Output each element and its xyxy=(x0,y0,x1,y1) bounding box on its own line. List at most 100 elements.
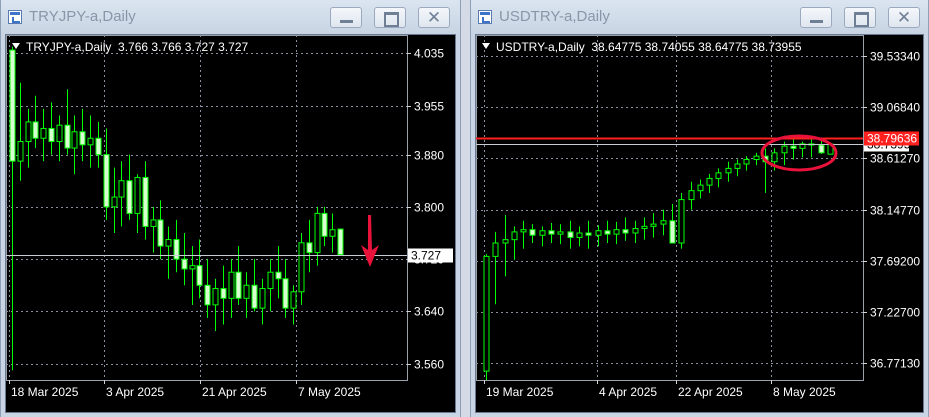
date-axis-label: 3 Apr 2025 xyxy=(106,385,164,399)
candlestick-chart-svg[interactable]: 4.0353.9553.8803.8003.7203.6403.56018 Ma… xyxy=(6,35,457,414)
candle-body xyxy=(781,145,788,154)
candle-body xyxy=(95,137,102,156)
candle-body xyxy=(189,265,196,270)
date-axis-label: 4 Apr 2025 xyxy=(599,385,657,399)
candle-body xyxy=(557,231,564,235)
price-axis-label: 37.69200 xyxy=(870,255,920,269)
candle-body xyxy=(314,212,321,254)
minimize-button[interactable] xyxy=(330,7,362,28)
maximize-icon xyxy=(854,12,869,27)
candle-body xyxy=(282,278,289,309)
candle-body xyxy=(298,242,305,293)
candle-body xyxy=(502,239,509,244)
price-axis-label: 4.035 xyxy=(414,47,444,61)
minimize-button[interactable] xyxy=(800,7,832,28)
date-axis-label: 7 May 2025 xyxy=(298,385,361,399)
window-titlebar[interactable]: USDTRY-a,Daily ✕ xyxy=(471,0,928,34)
chart-symbol-label: USDTRY-a,Daily xyxy=(496,40,585,54)
price-axis-label: 38.14770 xyxy=(870,204,920,218)
candle-body xyxy=(212,288,219,306)
current-price-label: 3.727 xyxy=(411,249,441,263)
close-icon: ✕ xyxy=(896,8,912,27)
candle-body xyxy=(660,220,667,225)
candle-body xyxy=(818,144,825,154)
plot-border xyxy=(476,35,864,381)
candle-body xyxy=(337,228,344,256)
line-price-label: 38.79636 xyxy=(867,132,917,146)
maximize-button[interactable] xyxy=(844,7,876,28)
candle-body xyxy=(725,167,732,174)
candle-body xyxy=(548,230,555,235)
candle-body xyxy=(87,137,94,146)
candle-body xyxy=(706,177,713,186)
price-chart[interactable]: 39.53340 39.06840 38.61270 38.14770 37.69200… xyxy=(475,34,924,413)
candle-body xyxy=(142,176,149,227)
date-axis-label: 19 Mar 2025 xyxy=(486,385,554,399)
candle-body xyxy=(290,291,297,309)
chart-ohlc-values: 38.64775 38.74055 38.64775 38.73955 xyxy=(591,40,802,54)
candle-body xyxy=(492,242,499,257)
candle-body xyxy=(715,172,722,179)
dropdown-triangle-icon[interactable] xyxy=(482,43,490,49)
candle-body xyxy=(56,124,63,143)
price-axis-label: 36.77130 xyxy=(870,357,920,371)
candle-body xyxy=(204,284,211,306)
minimize-icon xyxy=(340,20,353,23)
close-button[interactable]: ✕ xyxy=(418,7,450,28)
candle-body xyxy=(25,121,32,143)
price-axis-label: 39.53340 xyxy=(870,50,920,64)
price-axis-label: 3.560 xyxy=(414,358,444,372)
candle-body xyxy=(604,230,611,235)
candle-body xyxy=(669,220,676,244)
price-chart[interactable]: 4.0353.9553.8803.8003.7203.6403.56018 Ma… xyxy=(5,34,456,413)
candle-body xyxy=(650,223,657,227)
candle-body xyxy=(165,239,172,247)
candle-body xyxy=(220,288,227,299)
candle-body xyxy=(678,199,685,244)
candlestick-chart-svg[interactable]: 39.53340 39.06840 38.61270 38.14770 37.69200… xyxy=(476,35,925,414)
candle-body xyxy=(613,229,620,235)
candle-body xyxy=(235,271,242,299)
candle-body xyxy=(641,225,648,230)
chart-ohlc-values: 3.766 3.766 3.727 3.727 xyxy=(118,40,249,54)
candle-body xyxy=(228,271,235,299)
dropdown-triangle-icon[interactable] xyxy=(12,43,20,49)
price-axis-label: 39.06840 xyxy=(870,101,920,115)
chart-window-tryjpy[interactable]: TRYJPY-a,Daily ✕ 4.035 3.955 3.880 3.800 3.7… xyxy=(0,0,461,417)
window-title: USDTRY-a,Daily xyxy=(499,8,610,25)
close-button[interactable]: ✕ xyxy=(888,7,920,28)
candle-body xyxy=(743,159,750,165)
candle-body xyxy=(103,154,110,208)
price-axis-label: 38.61270 xyxy=(870,152,920,166)
price-axis-label: 37.22700 xyxy=(870,306,920,320)
chart-header: TRYJPY-a,Daily 3.766 3.766 3.727 3.727 xyxy=(12,40,248,54)
candle-body xyxy=(111,196,118,208)
window-title: TRYJPY-a,Daily xyxy=(29,8,136,25)
candle-body xyxy=(771,152,778,163)
date-axis-label: 21 Apr 2025 xyxy=(202,385,267,399)
candle-body xyxy=(40,127,47,139)
candle-body xyxy=(243,284,250,299)
chart-header: USDTRY-a,Daily 38.64775 38.74055 38.6477… xyxy=(482,40,802,54)
candle-body xyxy=(529,229,536,236)
candle-body xyxy=(697,184,704,192)
candle-body xyxy=(567,231,574,238)
candle-body xyxy=(753,155,760,160)
chart-window-icon xyxy=(8,10,22,24)
candle-body xyxy=(118,180,125,198)
price-axis-label: 3.800 xyxy=(414,201,444,215)
candle-body xyxy=(134,176,141,214)
chart-symbol-label: TRYJPY-a,Daily xyxy=(26,40,112,54)
window-titlebar[interactable]: TRYJPY-a,Daily ✕ xyxy=(1,0,460,34)
candle-body xyxy=(79,131,86,146)
candle-body xyxy=(576,232,583,238)
candle-body xyxy=(9,49,16,162)
candle-body xyxy=(150,219,157,227)
maximize-icon xyxy=(384,12,399,27)
chart-window-usdtry[interactable]: USDTRY-a,Daily ✕ 39.53340 39.06840 38.6127… xyxy=(470,0,929,417)
candle-body xyxy=(329,229,336,237)
candle-body xyxy=(275,271,282,280)
candle-body xyxy=(632,228,639,234)
candle-body xyxy=(181,258,188,270)
maximize-button[interactable] xyxy=(374,7,406,28)
